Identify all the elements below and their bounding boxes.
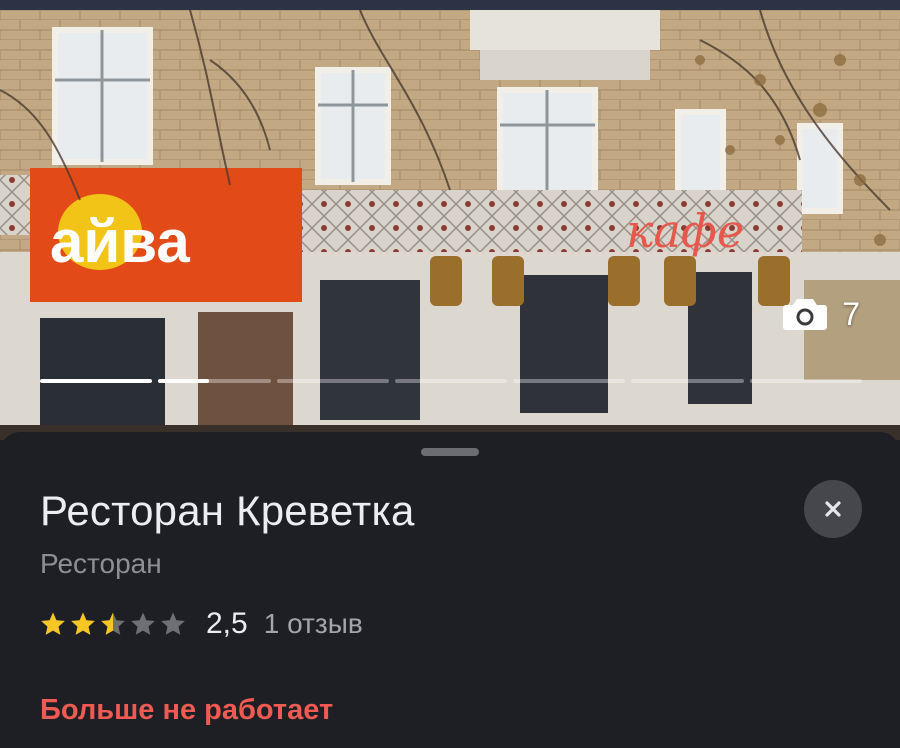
rating-stars (40, 611, 186, 637)
photo-progress-segment (513, 379, 626, 383)
photo-progress-segment (276, 379, 389, 383)
place-category: Ресторан (40, 548, 162, 579)
photo-count[interactable]: 7 (782, 296, 860, 332)
star-icon (41, 612, 65, 635)
sign-text-main: айва (50, 208, 190, 275)
photo-progress-segment (40, 379, 153, 383)
photo-count-value: 7 (842, 296, 860, 332)
photo-progress (40, 379, 862, 384)
star-icon (161, 612, 185, 635)
sheet-grabber[interactable] (421, 448, 479, 456)
sign-text-secondary: кафе (626, 204, 744, 258)
status-closed: Больше не работает (40, 694, 334, 726)
place-photo[interactable]: айва кафе 7 (0, 0, 900, 440)
photo-progress-segment (394, 379, 508, 383)
photo-progress-segment (749, 379, 862, 383)
storefront-image: айва кафе (0, 0, 900, 440)
camera-icon (783, 299, 828, 330)
photo-progress-segment (158, 379, 271, 383)
star-icon (71, 612, 95, 635)
rating-score: 2,5 (206, 607, 248, 640)
reviews-link[interactable]: 1 отзыв (264, 608, 363, 640)
rating-row[interactable]: 2,5 1 отзыв (40, 604, 363, 644)
place-card: Ресторан Креветка Ресторан 2,5 1 отзыв Б… (0, 432, 900, 748)
close-icon (825, 501, 841, 517)
star-icon (131, 612, 155, 635)
photo-progress-segment (631, 379, 744, 383)
star-icon (101, 612, 125, 635)
close-button[interactable] (804, 480, 862, 538)
place-title: Ресторан Креветка (40, 487, 415, 534)
